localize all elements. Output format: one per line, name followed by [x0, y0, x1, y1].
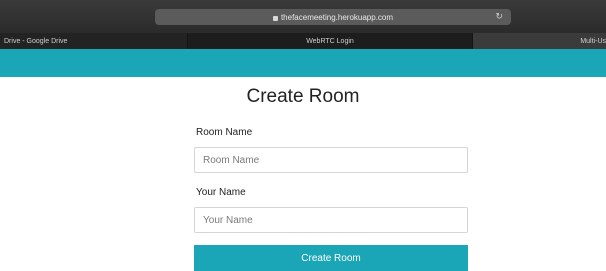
- your-name-input[interactable]: [194, 207, 468, 233]
- header-banner: [0, 49, 606, 77]
- tab-multi-user[interactable]: Multi-Us: [473, 33, 606, 49]
- your-name-label: Your Name: [196, 187, 246, 198]
- room-name-input[interactable]: [194, 147, 468, 173]
- tab-label: Drive - Google Drive: [4, 37, 68, 45]
- tab-webrtc-login[interactable]: WebRTC Login: [188, 33, 473, 49]
- create-room-button[interactable]: Create Room: [194, 245, 468, 271]
- tab-label: WebRTC Login: [306, 37, 354, 45]
- browser-tab-bar: Drive - Google Drive WebRTC Login Multi-…: [0, 33, 606, 49]
- browser-address-bar: thefacemeeting.herokuapp.com ↻: [0, 0, 606, 33]
- url-text: thefacemeeting.herokuapp.com: [280, 12, 394, 22]
- reload-icon[interactable]: ↻: [495, 11, 503, 22]
- tab-label: Multi-Us: [580, 37, 606, 45]
- page-title: Create Room: [246, 86, 360, 107]
- url-field[interactable]: thefacemeeting.herokuapp.com ↻: [155, 9, 511, 25]
- room-name-label: Room Name: [196, 127, 253, 138]
- tab-google-drive[interactable]: Drive - Google Drive: [0, 33, 188, 49]
- lock-icon: [272, 15, 278, 21]
